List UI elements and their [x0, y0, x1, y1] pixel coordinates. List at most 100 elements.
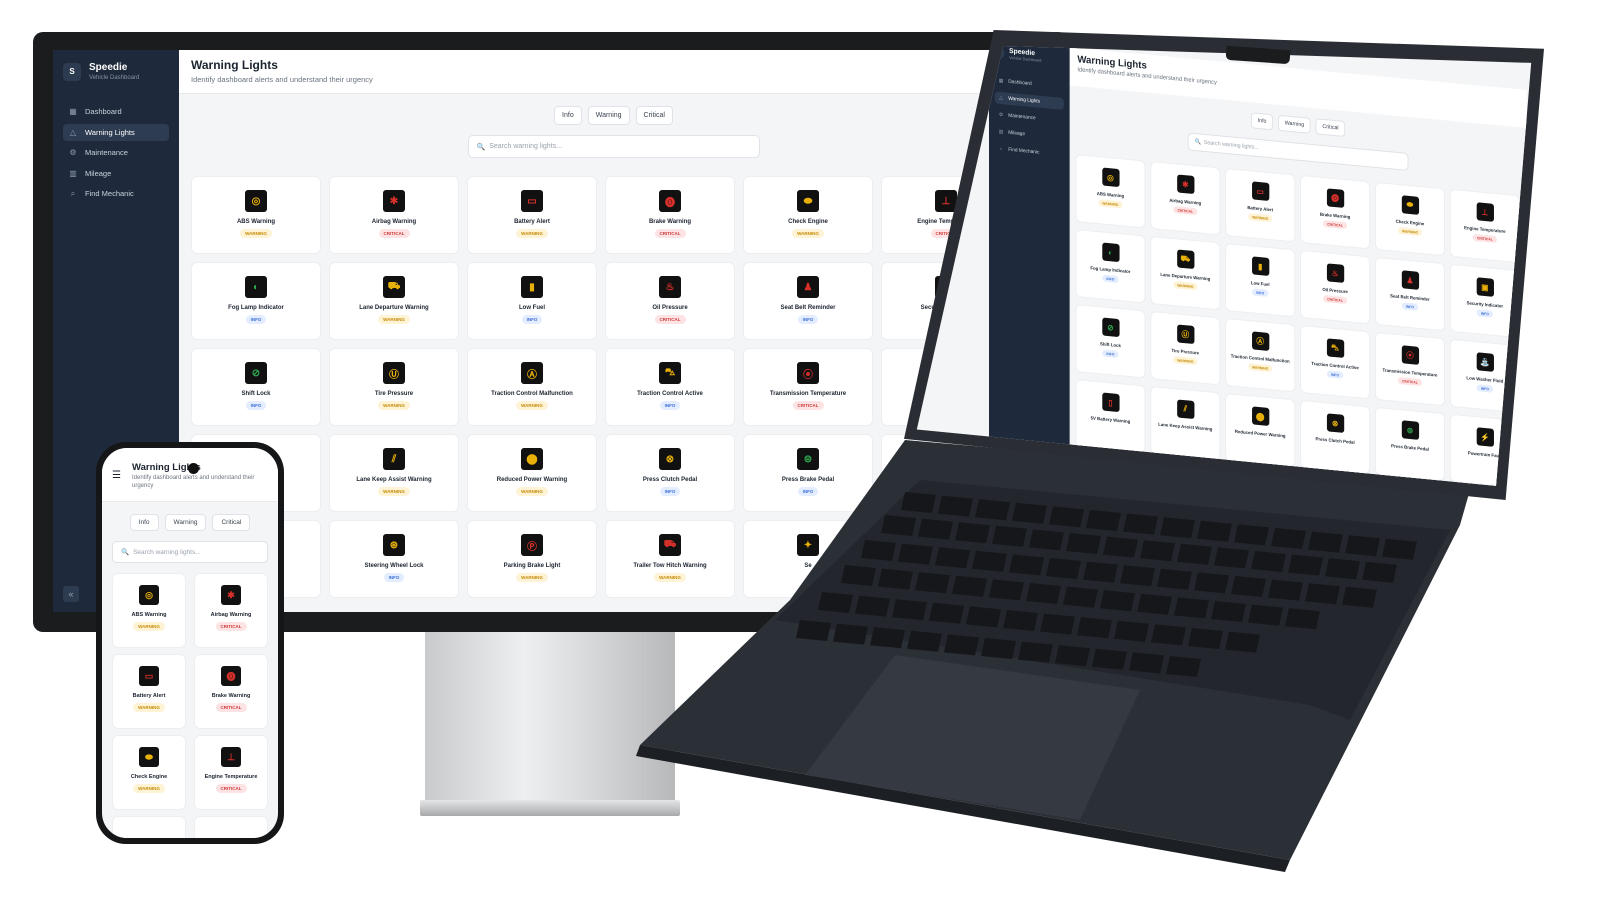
keyboard-key[interactable]: [1305, 583, 1340, 605]
keyboard-key[interactable]: [981, 638, 1016, 659]
keyboard-key[interactable]: [881, 515, 916, 536]
keyboard-key[interactable]: [1214, 547, 1249, 569]
keyboard-key[interactable]: [1197, 520, 1232, 542]
warning-light-card[interactable]: ✱ Airbag Warning CRITICAL: [1150, 160, 1221, 236]
keyboard-key[interactable]: [1248, 604, 1283, 626]
keyboard-key[interactable]: [861, 540, 896, 561]
warning-light-card[interactable]: ▭ Battery Alert WARNING: [1225, 167, 1296, 243]
keyboard-key[interactable]: [989, 579, 1024, 601]
keyboard-key[interactable]: [1234, 524, 1269, 546]
keyboard-key[interactable]: [892, 599, 927, 621]
keyboard-key[interactable]: [1271, 528, 1306, 549]
keyboard-key[interactable]: [966, 606, 1001, 628]
warning-light-card[interactable]: ⊗ Press Clutch Pedal: [1300, 399, 1371, 475]
keyboard-key[interactable]: [1137, 593, 1172, 615]
warning-light-card[interactable]: ⫽ Lane Keep Assist Warning: [1150, 385, 1221, 461]
keyboard-key[interactable]: [952, 575, 987, 597]
warning-light-card[interactable]: [194, 816, 268, 838]
warning-light-card[interactable]: ♟ Seat Belt Reminder INFO: [1374, 256, 1445, 332]
keyboard-key[interactable]: [878, 568, 913, 590]
keyboard-key[interactable]: [935, 547, 970, 569]
keyboard-key[interactable]: [841, 565, 876, 586]
warning-light-card[interactable]: ⊜ Press Brake Pedal: [1374, 406, 1445, 482]
keyboard-key[interactable]: [975, 499, 1010, 521]
keyboard-key[interactable]: [1211, 601, 1246, 622]
keyboard-key[interactable]: [1003, 610, 1038, 631]
keyboard-key[interactable]: [1009, 554, 1044, 576]
keyboard-key[interactable]: [1049, 506, 1084, 528]
warning-light-card[interactable]: ⓿ Brake Warning CRITICAL: [194, 654, 268, 729]
warning-light-card[interactable]: ⛟ Lane Departure Warning WARNING: [1150, 235, 1221, 311]
keyboard-key[interactable]: [833, 623, 868, 645]
keyboard-key[interactable]: [1129, 652, 1164, 674]
keyboard-key[interactable]: [907, 630, 942, 652]
warning-light-card[interactable]: ⬤ Reduced Power Warning: [1225, 392, 1296, 468]
keyboard-key[interactable]: [1325, 558, 1360, 580]
keyboard-key[interactable]: [929, 602, 964, 624]
keyboard-key[interactable]: [1285, 608, 1320, 630]
warning-light-card[interactable]: ▭ Battery Alert WARNING: [112, 654, 186, 729]
search-input[interactable]: 🔍 Search warning lights...: [112, 541, 268, 563]
warning-light-card[interactable]: ◎ ABS Warning WARNING: [1075, 154, 1146, 229]
keyboard-key[interactable]: [918, 518, 953, 540]
keyboard-key[interactable]: [1123, 513, 1158, 535]
filter-warning-button[interactable]: Warning: [1278, 114, 1311, 134]
warning-light-card[interactable]: ♨ Oil Pressure CRITICAL: [1300, 249, 1371, 325]
keyboard-key[interactable]: [870, 627, 905, 649]
keyboard-key[interactable]: [1166, 656, 1201, 677]
warning-light-card[interactable]: ◐ Fog Lamp Indicator INFO: [1075, 229, 1146, 304]
keyboard-key[interactable]: [1063, 586, 1098, 608]
keyboard-key[interactable]: [1251, 551, 1286, 572]
filter-info-button[interactable]: Info: [1250, 112, 1274, 131]
sidebar-item-mileage[interactable]: ▥ Mileage: [995, 126, 1064, 144]
filter-critical-button[interactable]: Critical: [1315, 118, 1346, 138]
warning-light-card[interactable]: ✱ Airbag Warning CRITICAL: [194, 573, 268, 648]
keyboard-key[interactable]: [1194, 572, 1229, 594]
filter-info-button[interactable]: Info: [129, 514, 159, 531]
keyboard-key[interactable]: [1174, 597, 1209, 619]
keyboard-key[interactable]: [1029, 529, 1064, 551]
keyboard-key[interactable]: [796, 620, 831, 641]
keyboard-key[interactable]: [1120, 565, 1155, 587]
filter-warning-button[interactable]: Warning: [164, 514, 207, 531]
warning-light-card[interactable]: Ⓤ Tire Pressure WARNING: [1150, 310, 1221, 386]
keyboard-key[interactable]: [1012, 502, 1047, 524]
keyboard-key[interactable]: [1177, 543, 1212, 565]
warning-light-card[interactable]: ⊘ Shift Lock INFO: [1075, 304, 1146, 379]
keyboard-key[interactable]: [1268, 579, 1303, 601]
warning-light-card[interactable]: ⬬ Check Engine WARNING: [112, 735, 186, 810]
warning-light-card[interactable]: ▮ Low Fuel INFO: [1225, 242, 1296, 318]
sidebar-item-dashboard[interactable]: ▦ Dashboard: [995, 75, 1064, 93]
keyboard-key[interactable]: [915, 572, 950, 594]
keyboard-key[interactable]: [992, 525, 1027, 547]
keyboard-key[interactable]: [1086, 510, 1121, 531]
sidebar-item-find-mechanic[interactable]: ⌕ Find Mechanic: [995, 143, 1064, 161]
keyboard-key[interactable]: [1077, 617, 1112, 639]
keyboard-key[interactable]: [955, 522, 990, 544]
keyboard-key[interactable]: [1308, 531, 1343, 553]
keyboard-key[interactable]: [1046, 558, 1081, 579]
brand[interactable]: S Speedie Vehicle Dashboard: [994, 47, 1064, 65]
keyboard-key[interactable]: [1083, 561, 1118, 583]
sidebar-item-maintenance[interactable]: ⚙ Maintenance: [995, 109, 1064, 127]
keyboard-key[interactable]: [1018, 641, 1053, 663]
keyboard-key[interactable]: [1382, 538, 1417, 560]
keyboard-key[interactable]: [1362, 561, 1397, 583]
keyboard-key[interactable]: [944, 634, 979, 656]
warning-light-card[interactable]: ▯ 5V Battery Warning: [1075, 379, 1146, 454]
warning-light-card[interactable]: ⓿ Brake Warning CRITICAL: [1300, 174, 1371, 250]
keyboard-key[interactable]: [1345, 535, 1380, 557]
warning-light-card[interactable]: ⦿ Transmission Temperature CRITICAL: [1374, 331, 1445, 407]
keyboard-key[interactable]: [972, 550, 1007, 572]
keyboard-key[interactable]: [855, 595, 890, 617]
hamburger-menu-icon[interactable]: ☰: [112, 470, 121, 481]
keyboard-key[interactable]: [1151, 624, 1186, 646]
warning-light-card[interactable]: ⊥ Engine Temperature CRITICAL: [194, 735, 268, 810]
filter-critical-button[interactable]: Critical: [212, 514, 251, 531]
keyboard-key[interactable]: [1160, 517, 1195, 539]
keyboard-key[interactable]: [818, 592, 853, 613]
keyboard-key[interactable]: [1066, 533, 1101, 554]
keyboard-key[interactable]: [1026, 583, 1061, 604]
warning-light-card[interactable]: ⛍ Traction Control Active INFO: [1300, 324, 1371, 400]
warning-light-card[interactable]: Ⓐ Traction Control Malfunction WARNING: [1225, 317, 1296, 393]
